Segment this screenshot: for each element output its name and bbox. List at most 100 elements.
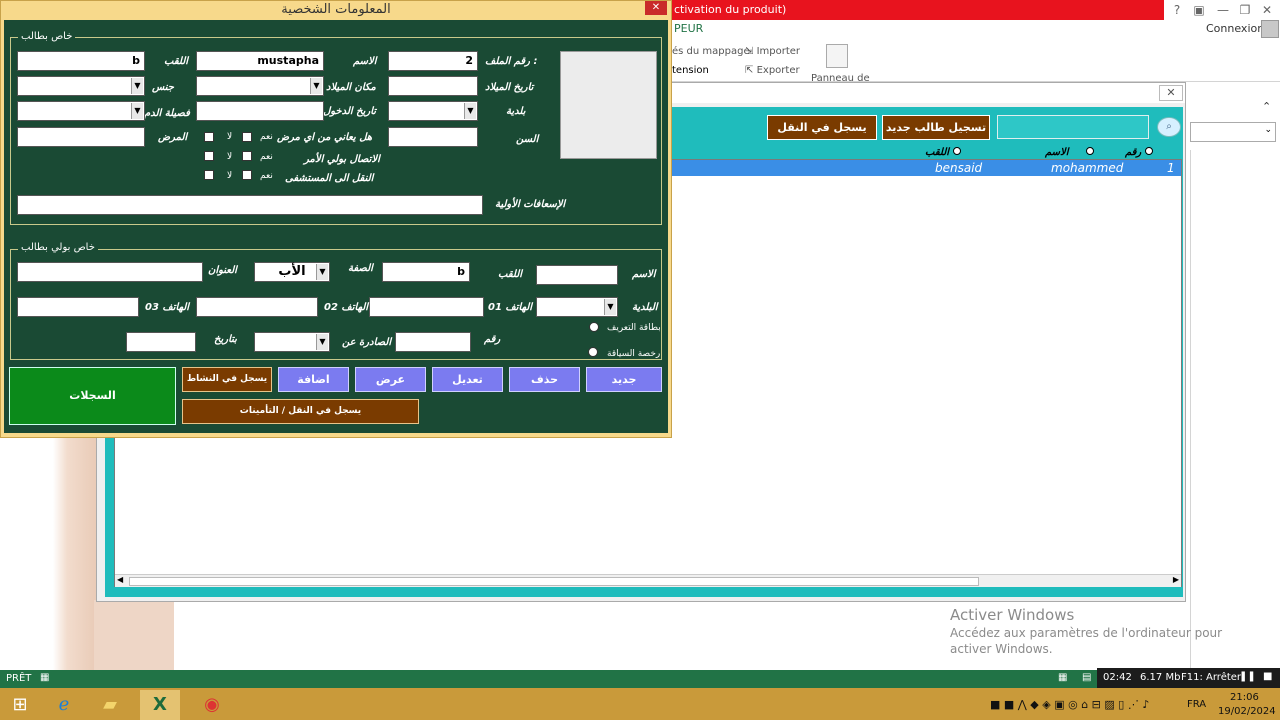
internet-explorer-icon[interactable]: ℯ bbox=[44, 690, 84, 720]
form-close-button[interactable]: ✕ bbox=[645, 1, 667, 15]
tray-icons[interactable]: ■ ■ ⋀ ◆ ◈ ▣ ◎ ⌂ ⊟ ▨ ▯ ⋰ ♪ bbox=[990, 698, 1149, 711]
license-radio[interactable] bbox=[588, 347, 598, 357]
age-input[interactable] bbox=[388, 127, 478, 147]
register-activity-button[interactable]: يسجل في النشاط bbox=[182, 367, 272, 392]
clock-time[interactable]: 21:06 bbox=[1230, 692, 1259, 703]
phone2-input[interactable] bbox=[196, 297, 318, 317]
id-card-radio[interactable] bbox=[589, 322, 599, 332]
ribbon-tab-developer[interactable]: PEUR bbox=[674, 22, 703, 35]
hospital-yes-checkbox[interactable] bbox=[242, 170, 252, 180]
contact-parent-label: الاتصال بولي الأمر bbox=[304, 154, 380, 165]
birth-place-select[interactable]: ▼ bbox=[196, 76, 324, 96]
activate-windows-subtitle: Accédez aux paramètres de l'ordinateur p… bbox=[950, 626, 1223, 656]
hospital-no-checkbox[interactable] bbox=[204, 170, 214, 180]
view-button[interactable]: عرض bbox=[355, 367, 426, 392]
file-explorer-icon[interactable]: ▰ bbox=[90, 690, 130, 720]
activation-warning-text: ctivation du produit) bbox=[674, 3, 787, 16]
disease-input[interactable] bbox=[17, 127, 145, 147]
contact-no-checkbox[interactable] bbox=[204, 151, 214, 161]
language-indicator[interactable]: FRA bbox=[1187, 699, 1206, 710]
minimize-icon[interactable]: — bbox=[1212, 1, 1234, 19]
contact-yes-checkbox[interactable] bbox=[242, 151, 252, 161]
disease-no-label: لا bbox=[227, 132, 233, 142]
stop-icon[interactable]: ■ bbox=[1263, 671, 1272, 682]
close-icon[interactable]: ✕ bbox=[1256, 1, 1278, 19]
ribbon-export-button[interactable]: ⇱ Exporter bbox=[745, 65, 800, 76]
ribbon-import-label: Importer bbox=[756, 46, 801, 57]
new-button[interactable]: جديد bbox=[586, 367, 662, 392]
entry-date-input[interactable] bbox=[196, 101, 324, 121]
disease-no-checkbox[interactable] bbox=[204, 132, 214, 142]
phone3-input[interactable] bbox=[17, 297, 139, 317]
macro-record-icon[interactable]: ▦ bbox=[40, 672, 49, 683]
doc-number-input[interactable] bbox=[395, 332, 471, 352]
guardian-name-input[interactable] bbox=[536, 265, 618, 285]
collapse-ribbon-icon[interactable]: ⌃ bbox=[1262, 100, 1271, 113]
birth-date-input[interactable] bbox=[388, 76, 478, 96]
chevron-down-icon: ▼ bbox=[316, 264, 328, 280]
register-transport-button[interactable]: يسجل في النقل bbox=[767, 115, 877, 140]
page-layout-icon[interactable]: ▤ bbox=[1082, 672, 1091, 683]
surname-input[interactable]: b bbox=[17, 51, 145, 71]
pause-icon[interactable]: ❚❚ bbox=[1239, 671, 1256, 682]
records-button[interactable]: السجلات bbox=[9, 367, 176, 425]
student-photo[interactable] bbox=[560, 51, 657, 159]
add-button[interactable]: اضافة bbox=[278, 367, 349, 392]
normal-view-icon[interactable]: ▦ bbox=[1058, 672, 1067, 683]
scrollbar-thumb[interactable] bbox=[129, 577, 979, 586]
horizontal-scrollbar[interactable]: ◀ ▶ bbox=[115, 574, 1181, 587]
ribbon-display-icon[interactable]: ▣ bbox=[1188, 1, 1210, 19]
status-stop-key: F11: Arrêter bbox=[1181, 672, 1242, 683]
doc-number-label: رقم bbox=[484, 334, 501, 345]
edit-button[interactable]: تعديل bbox=[432, 367, 503, 392]
search-input[interactable] bbox=[997, 115, 1149, 139]
sheet-area[interactable] bbox=[1190, 150, 1280, 670]
header-surname[interactable]: اللقب bbox=[925, 147, 961, 158]
ribbon-mapping-properties[interactable]: és du mappage bbox=[672, 46, 750, 57]
disease-yes-checkbox[interactable] bbox=[242, 132, 252, 142]
header-name-radio[interactable] bbox=[1086, 147, 1094, 155]
name-input[interactable]: mustapha bbox=[196, 51, 324, 71]
background-image-hand bbox=[94, 600, 174, 670]
file-number-input[interactable]: 2 bbox=[388, 51, 478, 71]
first-aid-input[interactable] bbox=[17, 195, 483, 215]
transport-insurance-button[interactable]: يسجل في النقل / التأمينات bbox=[182, 399, 419, 424]
municipality-select[interactable]: ▼ bbox=[388, 101, 478, 121]
ribbon-import-button[interactable]: ⇲ Importer bbox=[745, 46, 800, 57]
header-name[interactable]: الاسم bbox=[1045, 147, 1094, 158]
windows-start-icon[interactable]: ⊞ bbox=[0, 690, 40, 720]
address-input[interactable] bbox=[17, 262, 203, 282]
clock-date[interactable]: 19/02/2024 bbox=[1218, 706, 1276, 717]
student-list-close-button[interactable]: ✕ bbox=[1159, 85, 1183, 101]
name-box-dropdown[interactable]: ⌄ bbox=[1190, 122, 1276, 142]
header-surname-radio[interactable] bbox=[952, 147, 961, 155]
avatar[interactable] bbox=[1261, 20, 1279, 38]
connexion-link[interactable]: Connexion bbox=[1206, 22, 1264, 35]
relation-select[interactable]: الأب ▼ bbox=[254, 262, 330, 282]
header-name-label: الاسم bbox=[1045, 147, 1069, 158]
chrome-icon[interactable]: ◉ bbox=[192, 690, 232, 720]
guardian-municipality-label: البلدية bbox=[632, 302, 658, 313]
excel-taskbar-icon[interactable]: X bbox=[140, 690, 180, 720]
issue-date-input[interactable] bbox=[126, 332, 196, 352]
new-student-button[interactable]: تسجيل طالب جديد bbox=[882, 115, 990, 140]
scroll-left-icon[interactable]: ◀ bbox=[117, 575, 123, 584]
header-number[interactable]: رقم bbox=[1125, 147, 1153, 158]
gender-select[interactable]: ▼ bbox=[17, 76, 145, 96]
issued-by-select[interactable]: ▼ bbox=[254, 332, 330, 352]
delete-button[interactable]: حذف bbox=[509, 367, 580, 392]
restore-icon[interactable]: ❐ bbox=[1234, 1, 1256, 19]
search-icon[interactable]: ⌕ bbox=[1157, 117, 1181, 137]
relation-value: الأب bbox=[278, 264, 306, 279]
guardian-municipality-select[interactable]: ▼ bbox=[536, 297, 618, 317]
guardian-surname-input[interactable]: b bbox=[382, 262, 470, 282]
help-icon[interactable]: ? bbox=[1166, 1, 1188, 19]
ribbon-extension-packs[interactable]: tension bbox=[672, 65, 709, 76]
blood-type-select[interactable]: ▼ bbox=[17, 101, 145, 121]
birth-date-label: تاريخ الميلاد bbox=[485, 82, 534, 93]
phone1-input[interactable] bbox=[369, 297, 484, 317]
document-panel-icon[interactable] bbox=[826, 44, 848, 68]
header-number-radio[interactable] bbox=[1144, 147, 1153, 155]
birth-place-label: مكان الميلاد bbox=[326, 82, 376, 93]
scroll-right-icon[interactable]: ▶ bbox=[1173, 575, 1179, 584]
